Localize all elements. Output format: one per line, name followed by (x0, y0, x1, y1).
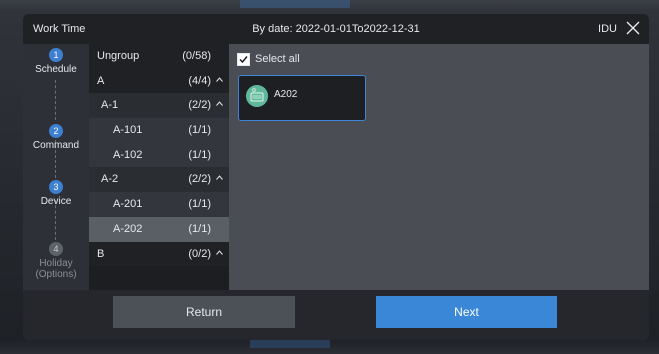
tree-row[interactable]: A-2 (2/2) (89, 167, 229, 193)
step-number: 4 (49, 242, 63, 256)
tree-row-count: (1/1) (188, 222, 211, 235)
background-tab (240, 0, 350, 8)
dialog-footer: Return Next (23, 290, 649, 340)
tree-row-count: (2/2) (188, 173, 211, 186)
background-tab (250, 340, 330, 348)
next-button[interactable]: Next (376, 296, 557, 328)
tree-row-count: (4/4) (188, 74, 211, 87)
tree-row[interactable]: A-102 (1/1) (89, 142, 229, 168)
return-button[interactable]: Return (113, 296, 295, 328)
chevron-up-icon[interactable] (216, 76, 223, 82)
tree-row-name: A-102 (113, 148, 143, 161)
tree-row[interactable]: A-202 (1/1) (89, 216, 229, 242)
device-name: A202 (274, 89, 298, 100)
tree-row[interactable]: A-101 (1/1) (89, 118, 229, 143)
step-holiday: 4 Holiday (Options) (23, 242, 89, 280)
step-label: Command (32, 140, 80, 151)
step-sidebar: 1 Schedule 2 Command 3 Device 4 Holiday … (23, 44, 89, 290)
chevron-up-icon[interactable] (216, 101, 223, 107)
step-number: 1 (49, 48, 63, 62)
select-all-label: Select all (255, 53, 300, 65)
tree-row[interactable]: A (4/4) (89, 68, 229, 94)
tree-row-name: Ungroup (97, 50, 140, 62)
checkbox[interactable] (237, 53, 250, 66)
step-label: Schedule (35, 64, 77, 75)
chevron-up-icon[interactable] (216, 175, 223, 181)
step-label: Device (40, 196, 72, 207)
tree-row[interactable]: A-1 (2/2) (89, 93, 229, 119)
tree-row-count: (1/1) (188, 124, 211, 137)
tree-row-name: A-202 (113, 222, 143, 235)
tree-row-name: A-201 (113, 198, 143, 211)
tree-row-count: (0/2) (188, 247, 211, 260)
tree-row-count: (1/1) (188, 198, 211, 211)
step-device: 3 Device (23, 180, 89, 207)
step-number: 3 (49, 180, 63, 194)
tree-row[interactable]: B (0/2) (89, 241, 229, 267)
tree-row-count: (2/2) (188, 99, 211, 112)
step-number: 2 (49, 124, 63, 138)
chevron-up-icon[interactable] (216, 249, 223, 255)
tree-row[interactable]: A-201 (1/1) (89, 192, 229, 217)
date-range-label: By date: 2022-01-01To2022-12-31 (252, 23, 420, 35)
close-icon[interactable] (625, 20, 641, 36)
device-panel: Select all A202 (229, 44, 649, 290)
tree-row[interactable]: Ungroup (0/58) (89, 44, 229, 69)
dialog-header: Work Time By date: 2022-01-01To2022-12-3… (23, 14, 649, 44)
tree-row-count: (1/1) (188, 148, 211, 161)
step-schedule: 1 Schedule (23, 48, 89, 75)
tree-row-count: (0/58) (182, 50, 211, 62)
check-icon (239, 56, 248, 64)
tree-row-name: A-2 (101, 173, 119, 186)
tree-row-name: A (97, 74, 105, 87)
tree-row-name: A-101 (113, 124, 143, 137)
tree-row-name: B (97, 247, 105, 260)
group-tree: Ungroup (0/58) A (4/4) A-1 (2/2) A-101 (1/1) A-1… (89, 44, 229, 290)
work-time-dialog: Work Time By date: 2022-01-01To2022-12-3… (23, 14, 649, 340)
step-command: 2 Command (23, 124, 89, 151)
device-card[interactable]: A202 (238, 75, 366, 121)
step-label: Holiday (Options) (35, 258, 77, 280)
indoor-unit-icon (246, 85, 268, 107)
tree-row-name: A-1 (101, 99, 119, 112)
mode-label: IDU (598, 23, 617, 35)
step-connector (55, 80, 56, 120)
